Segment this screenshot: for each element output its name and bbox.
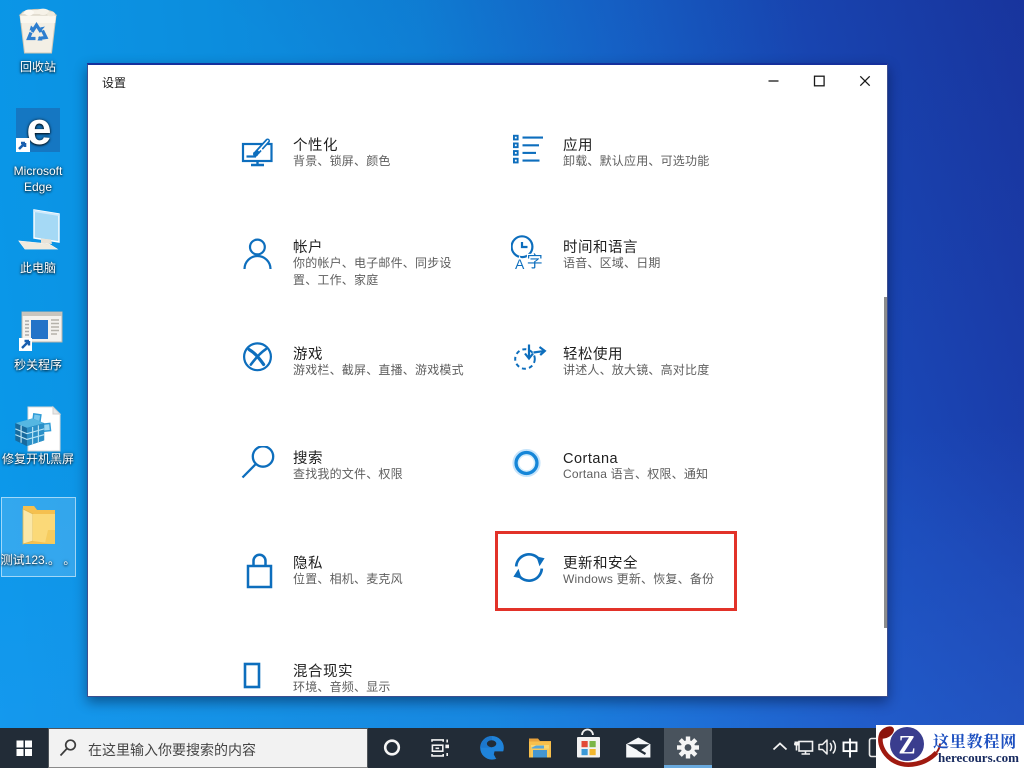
svg-text:A: A xyxy=(515,256,525,272)
svg-text:Z: Z xyxy=(898,731,915,760)
svg-text:e: e xyxy=(26,107,51,154)
svg-text:字: 字 xyxy=(527,248,543,272)
